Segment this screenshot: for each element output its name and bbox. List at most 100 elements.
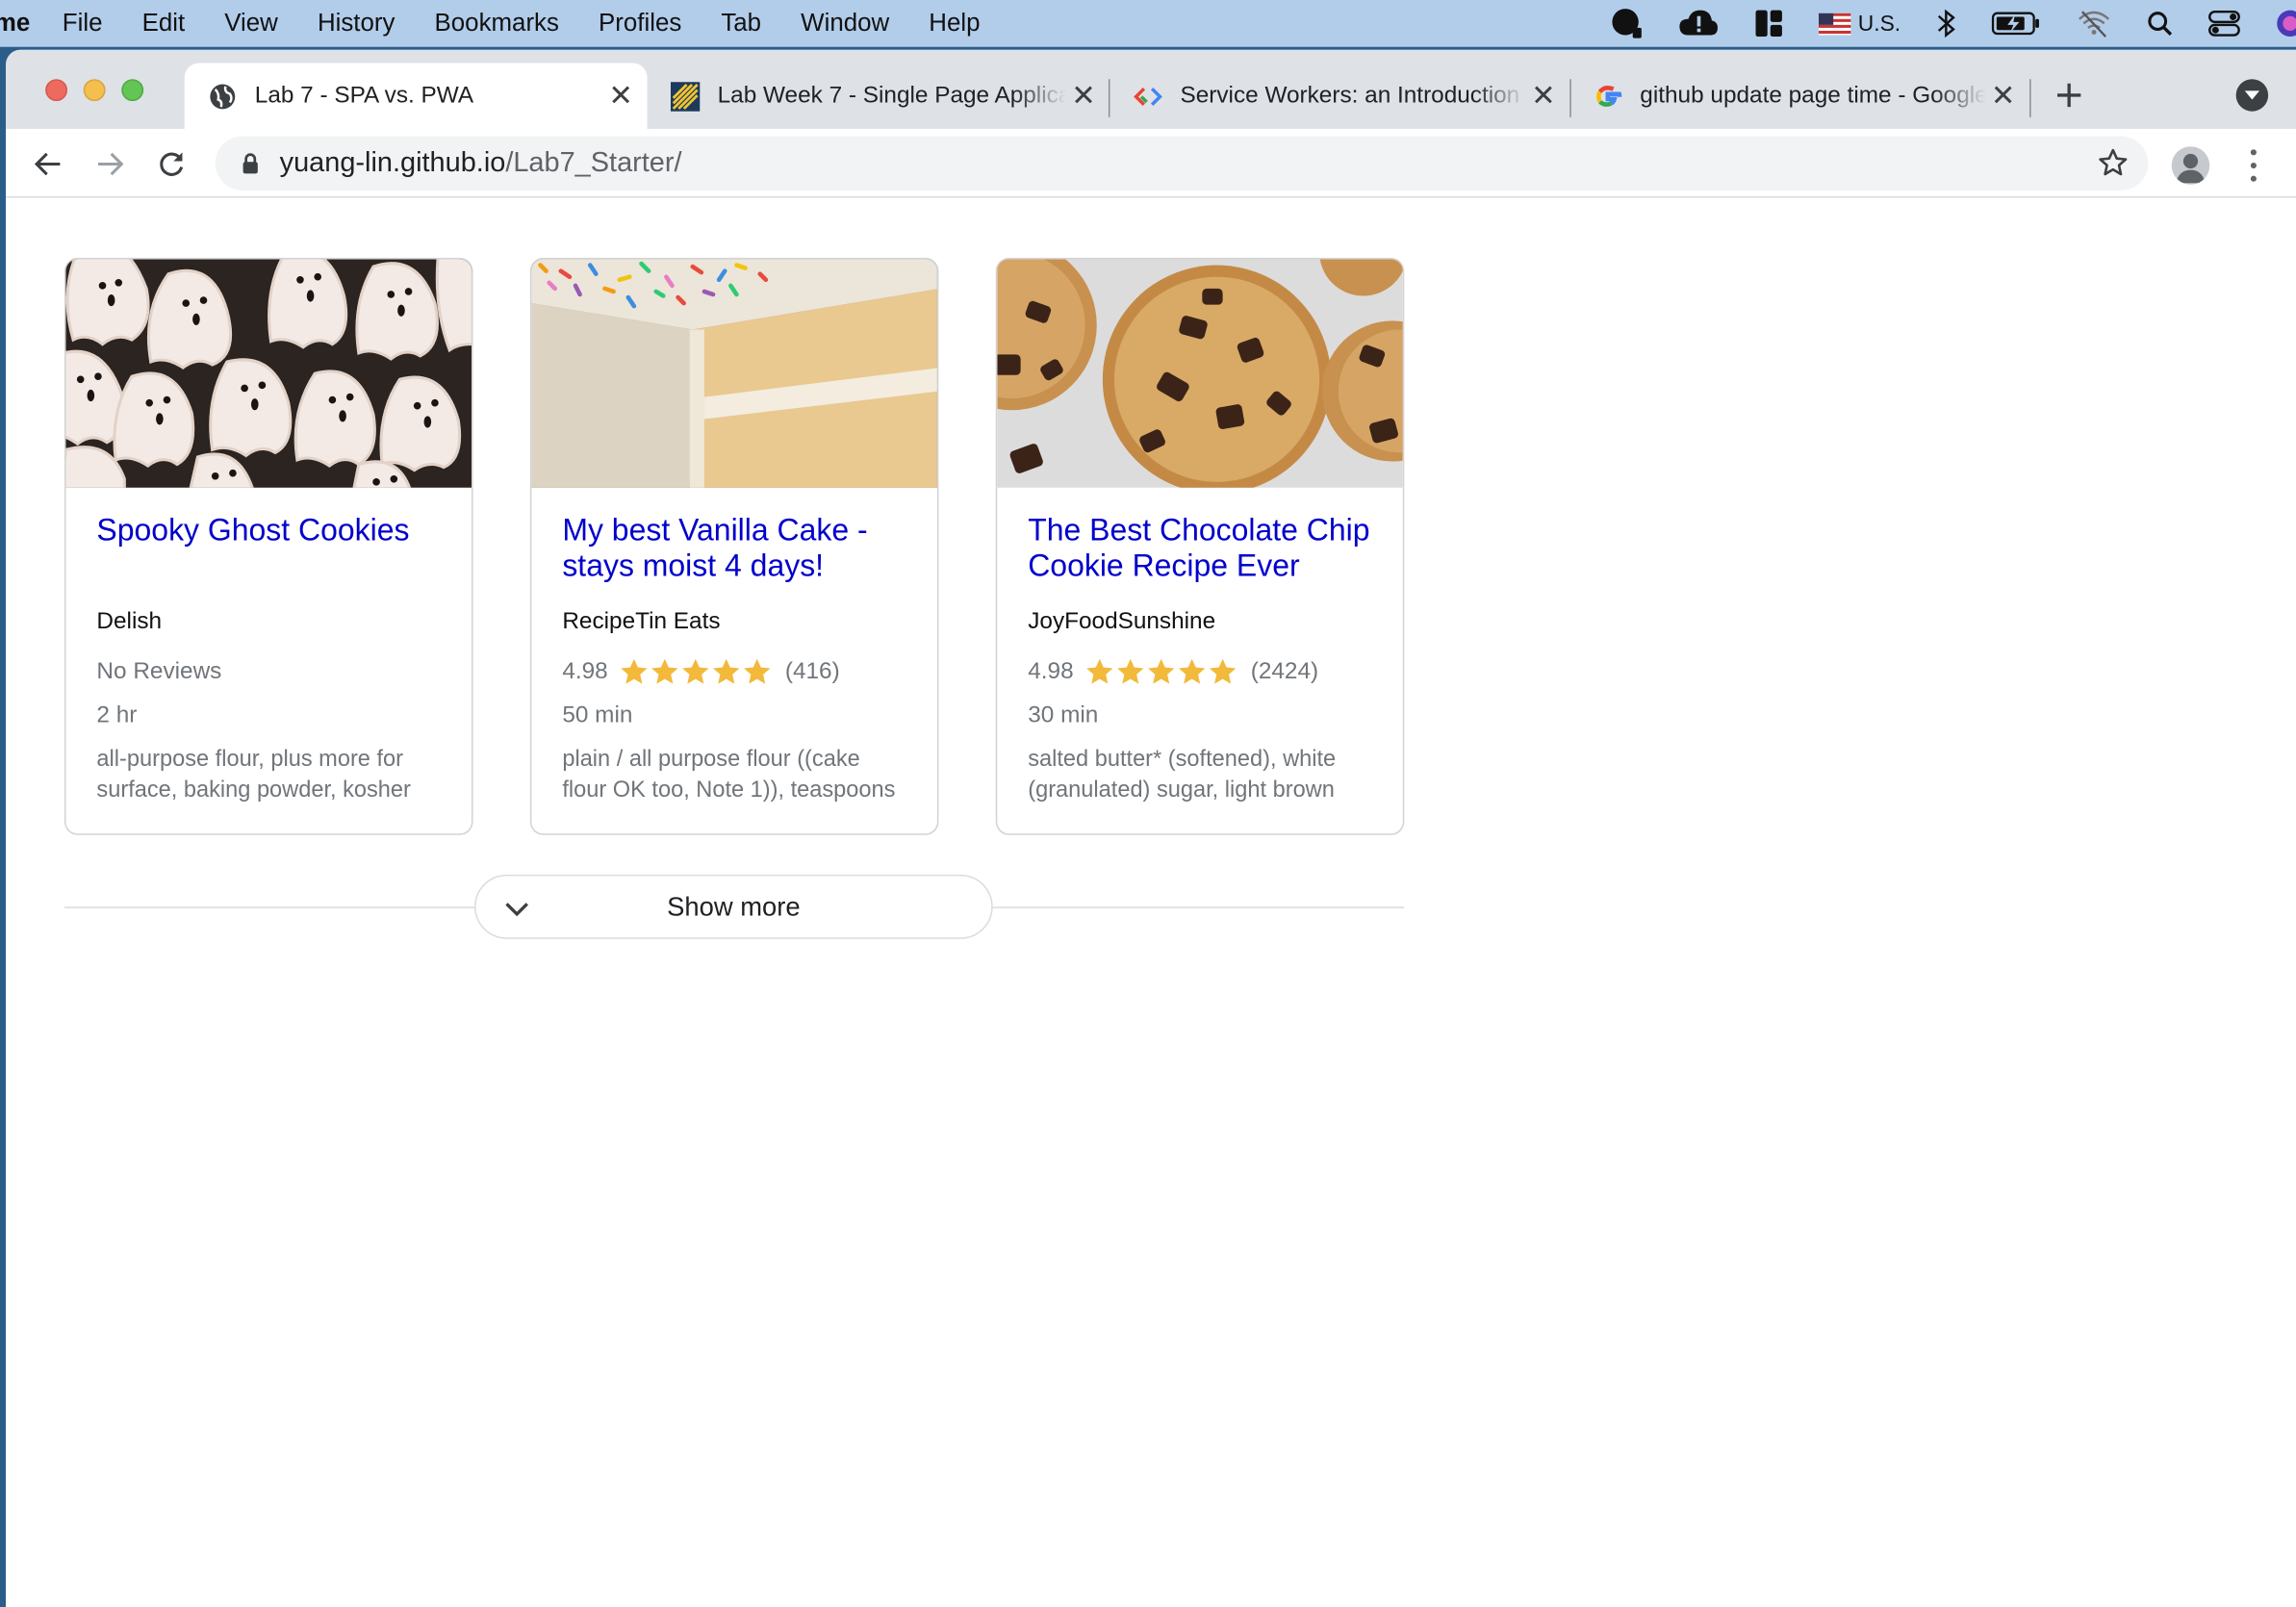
tab-title: Lab Week 7 - Single Page Applications xyxy=(717,83,1066,108)
close-tab-icon[interactable]: ✕ xyxy=(1526,78,1562,114)
input-source-menu[interactable]: U.S. xyxy=(1818,11,1901,37)
review-count: (2424) xyxy=(1250,658,1319,684)
browser-window: Lab 7 - SPA vs. PWA ✕ Lab Week 7 - Singl… xyxy=(6,49,2296,1607)
rating-text: No Reviews xyxy=(96,658,222,684)
close-window-button[interactable] xyxy=(45,79,67,102)
recipe-image xyxy=(65,259,472,488)
address-bar[interactable]: yuang-lin.github.io/Lab7_Starter/ xyxy=(215,136,2149,191)
tab-title: Lab 7 - SPA vs. PWA xyxy=(254,83,474,108)
lock-icon[interactable] xyxy=(242,152,259,174)
chocolate-chip-cookies-photo xyxy=(997,259,1403,488)
recipe-image xyxy=(997,259,1403,488)
person-icon xyxy=(2176,153,2206,184)
bluetooth-icon[interactable] xyxy=(1936,9,1956,38)
star-icon xyxy=(1210,658,1237,684)
tab-title: github update page time - Google Search xyxy=(1640,83,1986,108)
tab-service-workers[interactable]: Service Workers: an Introduction ✕ xyxy=(1110,63,1569,129)
tab-separator xyxy=(2029,79,2031,117)
chevron-down-icon xyxy=(502,894,531,923)
star-icon xyxy=(1117,658,1144,684)
recipe-image xyxy=(531,259,937,488)
recipe-card[interactable]: My best Vanilla Cake - stays moist 4 day… xyxy=(529,257,939,835)
star-icon xyxy=(1179,658,1206,684)
forward-button[interactable] xyxy=(89,143,131,185)
url-host: yuang-lin.github.io xyxy=(279,146,506,178)
star-icon xyxy=(713,658,740,684)
canvas-icon xyxy=(670,81,701,111)
star-icon xyxy=(1148,658,1175,684)
spotlight-search-icon[interactable] xyxy=(2147,11,2173,37)
recipe-time: 2 hr xyxy=(96,702,138,728)
star-icon xyxy=(744,658,771,684)
recipe-title[interactable]: My best Vanilla Cake - stays moist 4 day… xyxy=(562,514,906,609)
menu-profiles[interactable]: Profiles xyxy=(599,9,681,38)
recipe-title[interactable]: Spooky Ghost Cookies xyxy=(96,514,441,609)
review-count: (416) xyxy=(784,658,840,684)
globe-icon xyxy=(208,81,237,110)
window-manager-icon[interactable] xyxy=(1754,9,1783,38)
menu-file[interactable]: File xyxy=(63,9,103,38)
tab-search-button[interactable] xyxy=(2235,79,2269,112)
recipe-rating: No Reviews xyxy=(96,650,441,693)
star-icon xyxy=(682,658,709,684)
recipe-organization: JoyFoodSunshine xyxy=(1028,609,1216,635)
zoom-window-button[interactable] xyxy=(121,79,144,102)
recipe-ingredients: all-purpose flour, plus more for surface… xyxy=(96,747,411,804)
tab-strip: Lab 7 - SPA vs. PWA ✕ Lab Week 7 - Singl… xyxy=(6,49,2296,129)
alfred-icon[interactable] xyxy=(1611,8,1643,39)
input-source-label: U.S. xyxy=(1857,11,1901,37)
show-more-button[interactable]: Show more xyxy=(474,874,993,939)
browser-menu-button[interactable] xyxy=(2242,146,2265,185)
recipe-title[interactable]: The Best Chocolate Chip Cookie Recipe Ev… xyxy=(1028,514,1372,609)
star-icon xyxy=(651,658,678,684)
wifi-off-icon[interactable] xyxy=(2077,9,2112,38)
cloud-alert-icon[interactable] xyxy=(1678,9,1720,38)
rating-value: 4.98 xyxy=(1028,658,1074,684)
control-center-icon[interactable] xyxy=(2208,9,2240,38)
page-content: Spooky Ghost Cookies Delish No Reviews 2… xyxy=(6,199,2296,1607)
url-text: yuang-lin.github.io/Lab7_Starter/ xyxy=(280,147,682,179)
star-rating xyxy=(620,658,774,686)
close-tab-icon[interactable]: ✕ xyxy=(603,78,639,114)
close-tab-icon[interactable]: ✕ xyxy=(1985,78,2021,114)
siri-icon[interactable] xyxy=(2276,9,2296,38)
close-tab-icon[interactable]: ✕ xyxy=(1066,78,1102,114)
star-rating xyxy=(1085,658,1239,686)
new-tab-button[interactable] xyxy=(2049,75,2090,116)
menu-view[interactable]: View xyxy=(224,9,278,38)
recipe-organization: RecipeTin Eats xyxy=(562,609,721,635)
minimize-window-button[interactable] xyxy=(83,79,106,102)
tab-google-search[interactable]: github update page time - Google Search … xyxy=(1569,63,2029,129)
recipe-ingredients: plain / all purpose flour ((cake flour O… xyxy=(562,747,896,804)
browser-toolbar: yuang-lin.github.io/Lab7_Starter/ xyxy=(6,128,2296,198)
recipe-time: 30 min xyxy=(1028,702,1099,728)
rating-value: 4.98 xyxy=(562,658,608,684)
back-button[interactable] xyxy=(28,143,69,185)
recipe-rating: 4.98 (2424) xyxy=(1028,650,1372,693)
bookmark-star-icon[interactable] xyxy=(2099,148,2128,177)
menu-window[interactable]: Window xyxy=(801,9,889,38)
recipe-card[interactable]: The Best Chocolate Chip Cookie Recipe Ev… xyxy=(995,257,1405,835)
menu-edit[interactable]: Edit xyxy=(142,9,186,38)
status-tray: U.S. xyxy=(1575,0,2296,47)
url-path: /Lab7_Starter/ xyxy=(505,146,682,178)
tab-lab7-spa-pwa[interactable]: Lab 7 - SPA vs. PWA ✕ xyxy=(184,63,648,129)
web-dev-icon xyxy=(1134,81,1162,110)
profile-avatar[interactable] xyxy=(2171,146,2210,185)
recipe-ingredients: salted butter* (softened), white (granul… xyxy=(1028,747,1337,804)
menu-bookmarks[interactable]: Bookmarks xyxy=(435,9,559,38)
reload-button[interactable] xyxy=(151,143,192,185)
menu-tab[interactable]: Tab xyxy=(721,9,761,38)
tab-lab-week-7[interactable]: Lab Week 7 - Single Page Applications ✕ xyxy=(648,63,1110,129)
show-more-label: Show more xyxy=(667,891,801,921)
recipe-card[interactable]: Spooky Ghost Cookies Delish No Reviews 2… xyxy=(64,257,473,835)
recipe-time: 50 min xyxy=(562,702,633,728)
star-icon xyxy=(621,658,648,684)
battery-icon[interactable] xyxy=(1991,11,2042,37)
google-icon xyxy=(1594,81,1622,110)
menu-help[interactable]: Help xyxy=(929,9,980,38)
app-menu[interactable]: me xyxy=(0,9,30,38)
us-flag-icon xyxy=(1818,12,1851,35)
tab-title: Service Workers: an Introduction xyxy=(1180,83,1520,108)
menu-history[interactable]: History xyxy=(318,9,395,38)
